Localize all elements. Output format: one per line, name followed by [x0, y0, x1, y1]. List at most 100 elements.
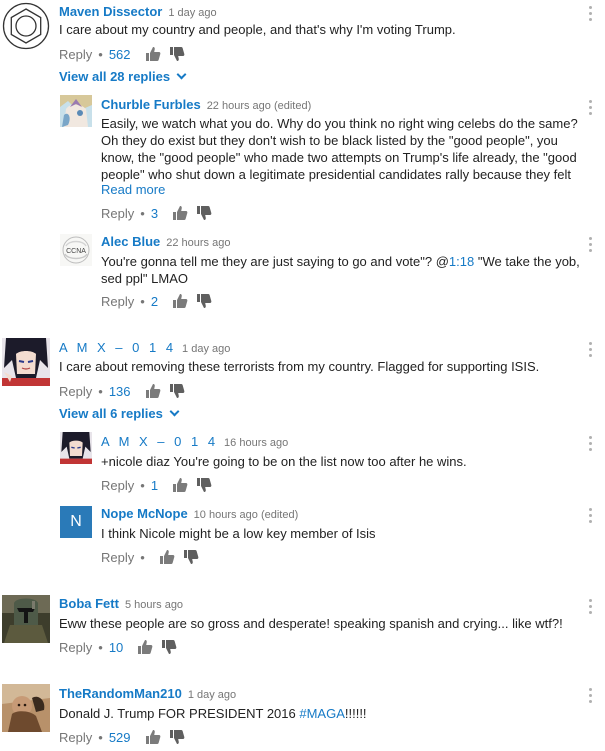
photo-avatar-icon — [2, 684, 50, 732]
reply-text: I think Nicole might be a low key member… — [101, 526, 376, 541]
more-options-icon[interactable] — [589, 688, 593, 706]
comment-actions: Reply • 529 — [59, 729, 185, 745]
like-count: 136 — [108, 383, 131, 399]
separator-dot: • — [140, 549, 145, 565]
helmet-avatar-icon — [2, 595, 50, 643]
avatar[interactable]: N — [60, 506, 92, 538]
avatar-badge-text: CCNA — [66, 248, 86, 255]
separator-dot: • — [140, 205, 145, 221]
anime-avatar-icon — [60, 432, 92, 464]
read-more-link[interactable]: Read more — [101, 182, 165, 197]
comment-text: Donald J. Trump FOR PRESIDENT 2016 #MAGA… — [59, 706, 367, 721]
like-count: 529 — [108, 729, 131, 745]
timestamp-link[interactable]: 1:18 — [449, 254, 474, 269]
comment-time[interactable]: 5 hours ago — [125, 599, 183, 611]
thumb-up-icon[interactable] — [145, 46, 161, 62]
view-replies-button[interactable]: View all 28 replies — [59, 69, 187, 84]
avatar[interactable] — [60, 95, 92, 127]
reply-author[interactable]: Nope McNope 10 hours ago (edited) — [101, 506, 298, 521]
comment-time[interactable]: 1 day ago — [182, 343, 230, 355]
thumb-up-icon[interactable] — [159, 549, 175, 565]
separator-dot: • — [98, 383, 103, 399]
reply-button[interactable]: Reply — [59, 640, 92, 655]
thumb-down-icon[interactable] — [196, 293, 212, 309]
comment-author[interactable]: TheRandomMan210 1 day ago — [59, 686, 236, 701]
like-count: 1 — [150, 477, 159, 493]
reply-actions: Reply • 3 — [101, 205, 212, 221]
comment-author[interactable]: Maven Dissector 1 day ago — [59, 4, 217, 19]
reply-author[interactable]: Alec Blue 22 hours ago — [101, 234, 230, 249]
thumb-up-icon[interactable] — [145, 729, 161, 745]
more-options-icon[interactable] — [589, 342, 593, 360]
reply-actions: Reply • 1 — [101, 477, 212, 493]
comment-time[interactable]: 1 day ago — [188, 689, 236, 701]
separator-dot: • — [98, 46, 103, 62]
thumb-up-icon[interactable] — [172, 477, 188, 493]
like-count: 2 — [150, 293, 159, 309]
more-options-icon[interactable] — [589, 436, 593, 454]
thumb-down-icon[interactable] — [169, 383, 185, 399]
comment-actions: Reply • 10 — [59, 639, 177, 655]
like-count: 10 — [108, 639, 124, 655]
avatar[interactable] — [2, 684, 50, 732]
reply-author[interactable]: Churble Furbles 22 hours ago (edited) — [101, 97, 311, 112]
separator-dot: • — [98, 639, 103, 655]
view-replies-button[interactable]: View all 6 replies — [59, 406, 180, 421]
separator-dot: • — [140, 293, 145, 309]
benzene-avatar-icon — [2, 2, 50, 50]
reply-text: +nicole diaz You're going to be on the l… — [101, 454, 467, 469]
comment-author[interactable]: Boba Fett 5 hours ago — [59, 596, 183, 611]
comment-text: Eww these people are so gross and desper… — [59, 616, 563, 631]
anime-avatar-icon — [60, 95, 92, 127]
avatar[interactable] — [2, 338, 50, 386]
thumb-down-icon[interactable] — [183, 549, 199, 565]
more-options-icon[interactable] — [589, 599, 593, 617]
reply-button[interactable]: Reply — [59, 47, 92, 62]
thumb-down-icon[interactable] — [169, 46, 185, 62]
hashtag-link[interactable]: #MAGA — [299, 706, 345, 721]
reply-button[interactable]: Reply — [101, 478, 134, 493]
thumb-up-icon[interactable] — [137, 639, 153, 655]
chevron-down-icon — [176, 69, 187, 80]
more-options-icon[interactable] — [589, 100, 593, 118]
separator-dot: • — [98, 729, 103, 745]
reply-actions: Reply • 2 — [101, 293, 212, 309]
certificate-avatar-icon: CCNA — [60, 234, 92, 266]
thumb-up-icon[interactable] — [145, 383, 161, 399]
chevron-down-icon — [169, 406, 180, 417]
reply-button[interactable]: Reply — [101, 550, 134, 565]
anime-avatar-icon — [2, 338, 50, 386]
reply-button[interactable]: Reply — [59, 730, 92, 745]
thumb-down-icon[interactable] — [161, 639, 177, 655]
thumb-down-icon[interactable] — [196, 205, 212, 221]
more-options-icon[interactable] — [589, 237, 593, 255]
comment-actions: Reply • 562 — [59, 46, 185, 62]
comment-actions: Reply • 136 — [59, 383, 185, 399]
reply-button[interactable]: Reply — [101, 206, 134, 221]
avatar[interactable]: CCNA — [60, 234, 92, 266]
more-options-icon[interactable] — [589, 508, 593, 526]
reply-author[interactable]: A M X – 0 1 4 16 hours ago — [101, 434, 288, 449]
reply-button[interactable]: Reply — [59, 384, 92, 399]
thumb-up-icon[interactable] — [172, 293, 188, 309]
reply-time[interactable]: 22 hours ago — [166, 237, 230, 249]
reply-time[interactable]: 10 hours ago (edited) — [194, 509, 299, 521]
reply-button[interactable]: Reply — [101, 294, 134, 309]
thumb-down-icon[interactable] — [169, 729, 185, 745]
avatar[interactable] — [60, 432, 92, 464]
reply-time[interactable]: 22 hours ago (edited) — [207, 100, 312, 112]
reply-actions: Reply • — [101, 549, 199, 565]
separator-dot: • — [140, 477, 145, 493]
more-options-icon[interactable] — [589, 6, 593, 24]
like-count: 562 — [108, 46, 131, 62]
reply-time[interactable]: 16 hours ago — [224, 437, 288, 449]
thumb-up-icon[interactable] — [172, 205, 188, 221]
comment-text: I care about removing these terrorists f… — [59, 359, 540, 374]
reply-text: You're gonna tell me they are just sayin… — [101, 254, 580, 286]
avatar[interactable] — [2, 595, 50, 643]
avatar[interactable] — [2, 2, 50, 50]
avatar-letter: N — [70, 513, 82, 530]
comment-author[interactable]: A M X – 0 1 41 day ago — [59, 340, 230, 355]
thumb-down-icon[interactable] — [196, 477, 212, 493]
comment-time[interactable]: 1 day ago — [168, 7, 216, 19]
